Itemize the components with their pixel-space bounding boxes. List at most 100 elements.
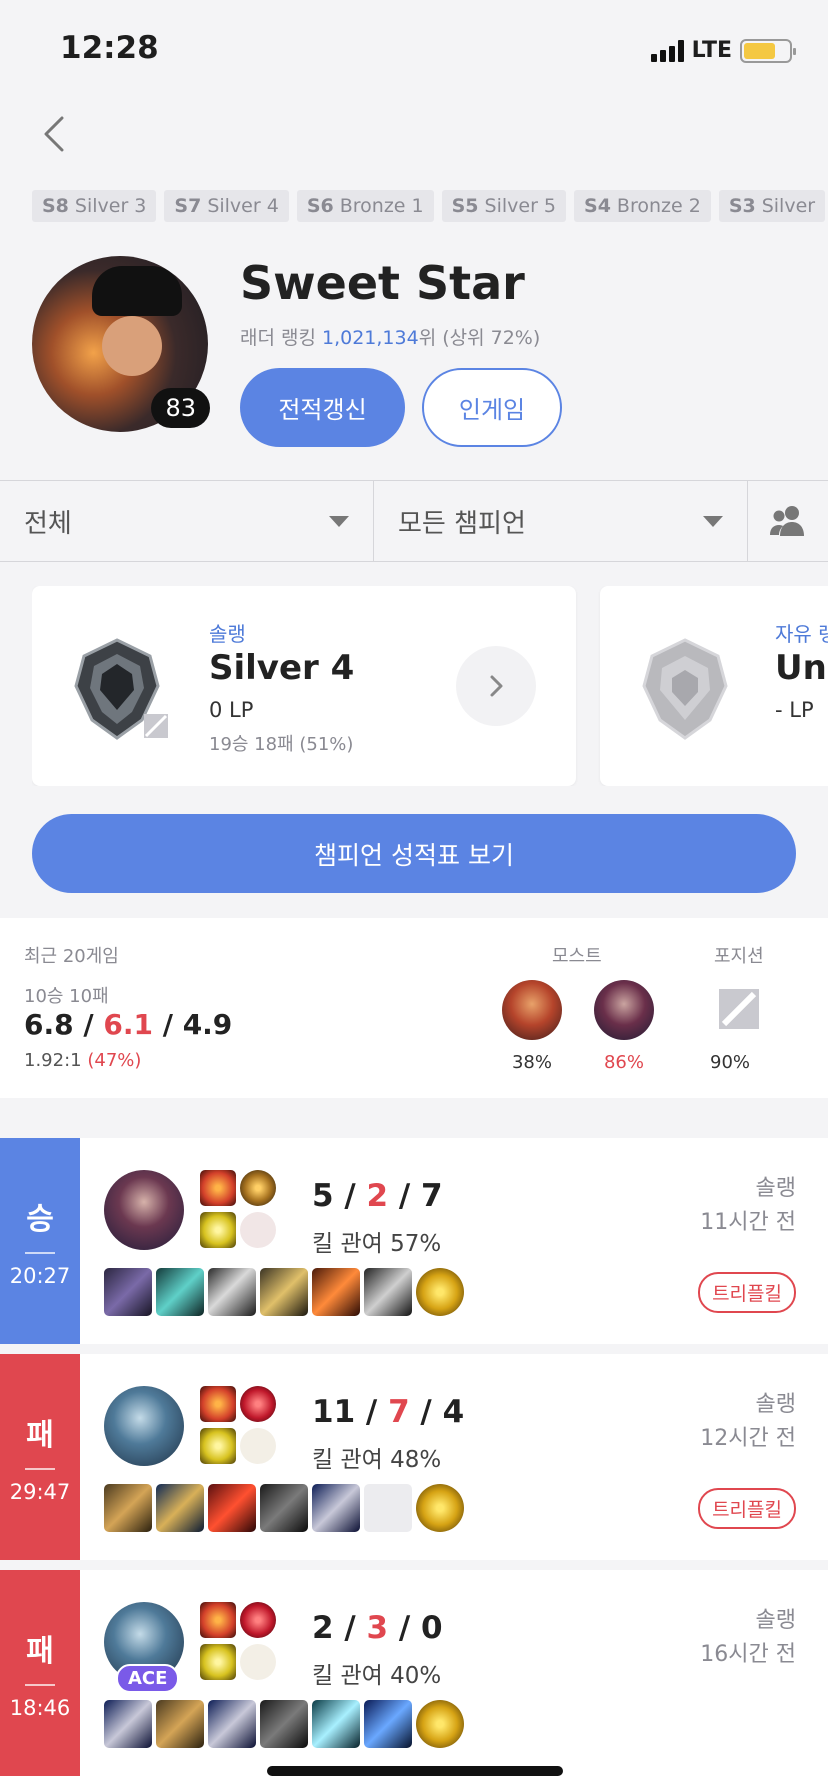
spells-runes	[200, 1386, 276, 1464]
item-icon	[260, 1484, 308, 1532]
summary-kda: 6.8 / 6.1 / 4.9	[24, 1008, 233, 1041]
flash-spell-icon	[200, 1428, 236, 1464]
item-icon	[364, 1700, 412, 1748]
ladder-prefix: 래더 랭킹	[240, 327, 322, 349]
tier-label: Unr	[775, 648, 828, 688]
empty-item-slot	[364, 1484, 412, 1532]
position-pct: 90%	[710, 1052, 751, 1073]
lp-label: 0 LP	[209, 698, 254, 722]
chevron-right-icon	[490, 675, 503, 697]
assists: 7	[421, 1178, 443, 1214]
home-indicator[interactable]	[267, 1766, 563, 1776]
item-icon	[208, 1700, 256, 1748]
kda-percent: (47%)	[87, 1050, 142, 1071]
match-kda: 5 / 2 / 7	[312, 1178, 443, 1214]
item-icon	[156, 1268, 204, 1316]
season-badge: S4 Bronze 2	[574, 190, 711, 222]
friends-icon	[770, 506, 804, 536]
avg-deaths: 6.1	[103, 1008, 153, 1041]
lp-label: - LP	[775, 698, 814, 722]
ace-badge: ACE	[116, 1664, 180, 1693]
match-result: 패 29:47	[0, 1354, 80, 1560]
season-badge: S6 Bronze 1	[296, 190, 434, 222]
silver-emblem-icon	[74, 638, 168, 740]
champion-filter-label: 모든 챔피언	[398, 508, 526, 539]
champion-filter-dropdown[interactable]: 모든 챔피언	[374, 481, 748, 561]
filter-bar: 전체 모든 챔피언	[0, 480, 828, 562]
season-code: S5	[451, 195, 479, 217]
deaths: 3	[366, 1610, 389, 1646]
season-tier: Silver	[761, 195, 816, 217]
precision-rune-icon	[240, 1428, 276, 1464]
season-badge: S8 Silver 3	[32, 190, 157, 222]
position-label: 포지션	[714, 946, 764, 967]
multikill-badge: 트리플킬	[698, 1488, 796, 1529]
assists: 0	[421, 1610, 443, 1646]
item-build	[104, 1700, 464, 1748]
season-tier: Silver 5	[484, 195, 557, 217]
dropdown-arrow-icon	[329, 515, 349, 527]
item-icon	[104, 1484, 152, 1532]
item-icon	[156, 1484, 204, 1532]
kills: 2	[312, 1610, 334, 1646]
kill-participation: 킬 관여 40%	[312, 1663, 442, 1689]
status-indicators: LTE	[650, 38, 796, 63]
kill-participation: 킬 관여 48%	[312, 1447, 442, 1473]
domination-rune-icon	[240, 1212, 276, 1248]
back-button[interactable]	[36, 110, 76, 158]
status-time: 12:28	[60, 30, 159, 66]
avg-assists: 4.9	[182, 1008, 233, 1041]
result-label: 패	[26, 1418, 54, 1453]
most-champion-avatar[interactable]	[594, 980, 654, 1040]
most-label: 모스트	[552, 946, 602, 967]
ladder-rank: 1,021,134	[322, 327, 419, 349]
season-badge: S7 Silver 4	[164, 190, 289, 222]
item-build	[104, 1484, 464, 1532]
trinket-icon	[416, 1700, 464, 1748]
kills: 5	[312, 1178, 334, 1214]
item-icon	[260, 1268, 308, 1316]
solo-rank-card[interactable]: 솔랭 Silver 4 0 LP 19승 18패 (51%)	[32, 586, 576, 786]
ladder-suffix: 위 (상위 72%)	[418, 327, 541, 349]
match-row[interactable]: 승 20:27 5 / 2 / 7 킬 관여 57% 솔랭 11시간 전 트리플…	[0, 1138, 828, 1344]
summoner-name: Sweet Star	[240, 256, 525, 310]
flash-spell-icon	[200, 1644, 236, 1680]
item-icon	[312, 1484, 360, 1532]
ignite-spell-icon	[200, 1602, 236, 1638]
match-kda: 11 / 7 / 4	[312, 1394, 465, 1430]
summary-label: 최근 20게임	[24, 946, 119, 967]
champion-stats-button[interactable]: 챔피언 성적표 보기	[32, 814, 796, 893]
ingame-button[interactable]: 인게임	[422, 368, 562, 447]
match-row[interactable]: 패 29:47 11 / 7 / 4 킬 관여 48% 솔랭 12시간 전 트리…	[0, 1354, 828, 1560]
ignite-spell-icon	[200, 1170, 236, 1206]
season-tier: Silver 3	[74, 195, 147, 217]
deaths: 7	[388, 1394, 410, 1430]
match-queue: 솔랭	[755, 1392, 796, 1417]
match-duration: 29:47	[9, 1480, 71, 1504]
rank-detail-button[interactable]	[456, 646, 536, 726]
summary-winloss: 10승 10패	[24, 986, 109, 1007]
item-icon	[312, 1268, 360, 1316]
friends-button[interactable]	[748, 481, 828, 561]
avg-kills: 6.8	[24, 1008, 74, 1041]
summary-ratio: 1.92:1 (47%)	[24, 1050, 141, 1071]
most-champion-avatar[interactable]	[502, 980, 562, 1040]
refresh-button[interactable]: 전적갱신	[240, 368, 405, 447]
flash-spell-icon	[200, 1212, 236, 1248]
rank-cards-carousel[interactable]: 솔랭 Silver 4 0 LP 19승 18패 (51%) 자유 랭 Unr …	[32, 586, 828, 786]
match-time-ago: 16시간 전	[700, 1642, 796, 1667]
signal-icon	[650, 39, 684, 62]
flex-rank-card[interactable]: 자유 랭 Unr - LP	[600, 586, 828, 786]
queue-filter-label: 전체	[24, 508, 72, 539]
result-label: 패	[26, 1634, 54, 1669]
spells-runes	[200, 1602, 276, 1680]
item-icon	[312, 1700, 360, 1748]
item-icon	[260, 1700, 308, 1748]
match-time-ago: 12시간 전	[700, 1426, 796, 1451]
queue-filter-dropdown[interactable]: 전체	[0, 481, 374, 561]
season-code: S6	[306, 195, 334, 217]
champion-portrait	[104, 1386, 184, 1466]
match-result: 패 18:46	[0, 1570, 80, 1776]
match-row[interactable]: 패 18:46 ACE 2 / 3 / 0 킬 관여 40% 솔랭 16시간 전	[0, 1570, 828, 1792]
unranked-emblem-icon	[642, 638, 728, 740]
